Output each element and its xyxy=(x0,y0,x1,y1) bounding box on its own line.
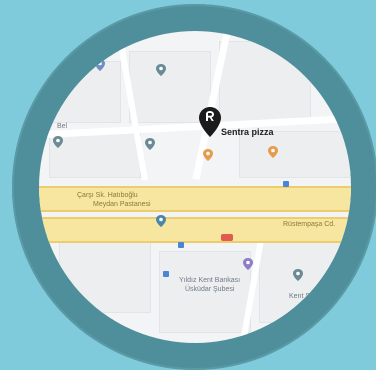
city-block xyxy=(59,241,151,313)
food-pin-icon[interactable] xyxy=(268,146,278,158)
street-label-mid-left: Bel xyxy=(57,123,68,130)
highway-label-left: Çarşı Sk. Hatıboğlu xyxy=(77,192,138,199)
highway-upper xyxy=(39,186,351,212)
city-block xyxy=(219,41,311,123)
bus-stop-icon[interactable] xyxy=(178,242,184,248)
map-card: Çarşı Sk. Hatıboğlu Meydan Pastanesi Rüs… xyxy=(0,0,376,370)
store-pin-icon[interactable] xyxy=(145,138,155,150)
street-label-corner: Kent Sk. xyxy=(289,293,316,300)
highway-label-left-2: Meydan Pastanesi xyxy=(93,201,151,208)
place-pin-icon[interactable] xyxy=(243,258,253,270)
bus-icon[interactable] xyxy=(221,234,233,241)
transit-pin-icon[interactable] xyxy=(156,215,166,227)
place-label-bank-2: Üsküdar Şubesi xyxy=(185,286,235,293)
city-block xyxy=(239,131,351,178)
street-label-right: Rüstempaşa Cd. xyxy=(283,221,336,228)
food-pin-icon[interactable] xyxy=(203,149,213,161)
location-marker-icon[interactable] xyxy=(199,107,221,137)
bus-stop-icon[interactable] xyxy=(283,181,289,187)
bus-stop-icon[interactable] xyxy=(163,271,169,277)
place-label-bank: Yıldız Kent Bankası xyxy=(179,277,241,284)
map-pin-icon[interactable] xyxy=(53,136,63,148)
map-pin-icon[interactable] xyxy=(95,59,105,71)
map-view[interactable]: Çarşı Sk. Hatıboğlu Meydan Pastanesi Rüs… xyxy=(39,31,351,343)
map-pin-icon[interactable] xyxy=(156,64,166,76)
brand-label: Sentra pizza xyxy=(221,127,274,137)
street-label-top-right: Pk xyxy=(307,63,316,70)
map-pin-icon[interactable] xyxy=(293,269,303,281)
city-block xyxy=(49,61,121,123)
city-block xyxy=(259,241,351,323)
